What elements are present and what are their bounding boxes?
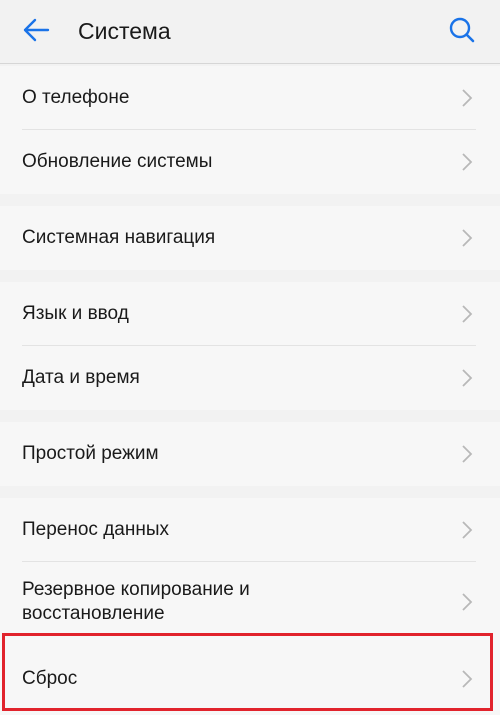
- app-bar: Система: [0, 0, 500, 64]
- chevron-right-icon: [461, 669, 473, 689]
- chevron-right-icon: [461, 304, 473, 324]
- settings-item-simple-mode[interactable]: Простой режим: [0, 422, 500, 486]
- settings-item-backup-restore[interactable]: Резервное копирование и восстановление: [0, 562, 500, 642]
- chevron-right-icon: [461, 444, 473, 464]
- settings-group-language: Язык и ввод Дата и время: [0, 282, 500, 410]
- settings-item-label: Резервное копирование и восстановление: [22, 579, 250, 624]
- settings-item-system-navigation[interactable]: Системная навигация: [0, 206, 500, 270]
- settings-item-data-transfer[interactable]: Перенос данных: [0, 498, 500, 562]
- settings-item-system-update[interactable]: Обновление системы: [0, 130, 500, 194]
- chevron-right-icon: [461, 592, 473, 612]
- chevron-right-icon: [461, 228, 473, 248]
- settings-item-label: Обновление системы: [22, 151, 213, 172]
- page-title: Система: [78, 18, 171, 44]
- settings-item-reset[interactable]: Сброс: [0, 642, 500, 715]
- chevron-right-icon: [461, 520, 473, 540]
- settings-item-label: Язык и ввод: [22, 303, 129, 324]
- chevron-right-icon: [461, 368, 473, 388]
- settings-group-device: О телефоне Обновление системы: [0, 66, 500, 194]
- settings-item-label: Дата и время: [22, 367, 140, 388]
- chevron-right-icon: [461, 88, 473, 108]
- settings-group-navigation: Системная навигация: [0, 206, 500, 270]
- settings-item-label: Системная навигация: [22, 227, 216, 248]
- back-button[interactable]: [14, 12, 58, 52]
- settings-item-about-phone[interactable]: О телефоне: [0, 66, 500, 130]
- search-icon: [448, 16, 476, 49]
- settings-item-date-time[interactable]: Дата и время: [0, 346, 500, 410]
- settings-item-label: Сброс: [22, 667, 78, 689]
- settings-item-label: Простой режим: [22, 443, 159, 464]
- arrow-left-icon: [22, 18, 50, 47]
- settings-item-label: О телефоне: [22, 87, 130, 108]
- search-button[interactable]: [440, 12, 484, 52]
- settings-group-simple-mode: Простой режим: [0, 422, 500, 486]
- settings-group-data: Перенос данных Резервное копирование и в…: [0, 498, 500, 715]
- chevron-right-icon: [461, 152, 473, 172]
- settings-item-language-input[interactable]: Язык и ввод: [0, 282, 500, 346]
- settings-item-label: Перенос данных: [22, 519, 169, 540]
